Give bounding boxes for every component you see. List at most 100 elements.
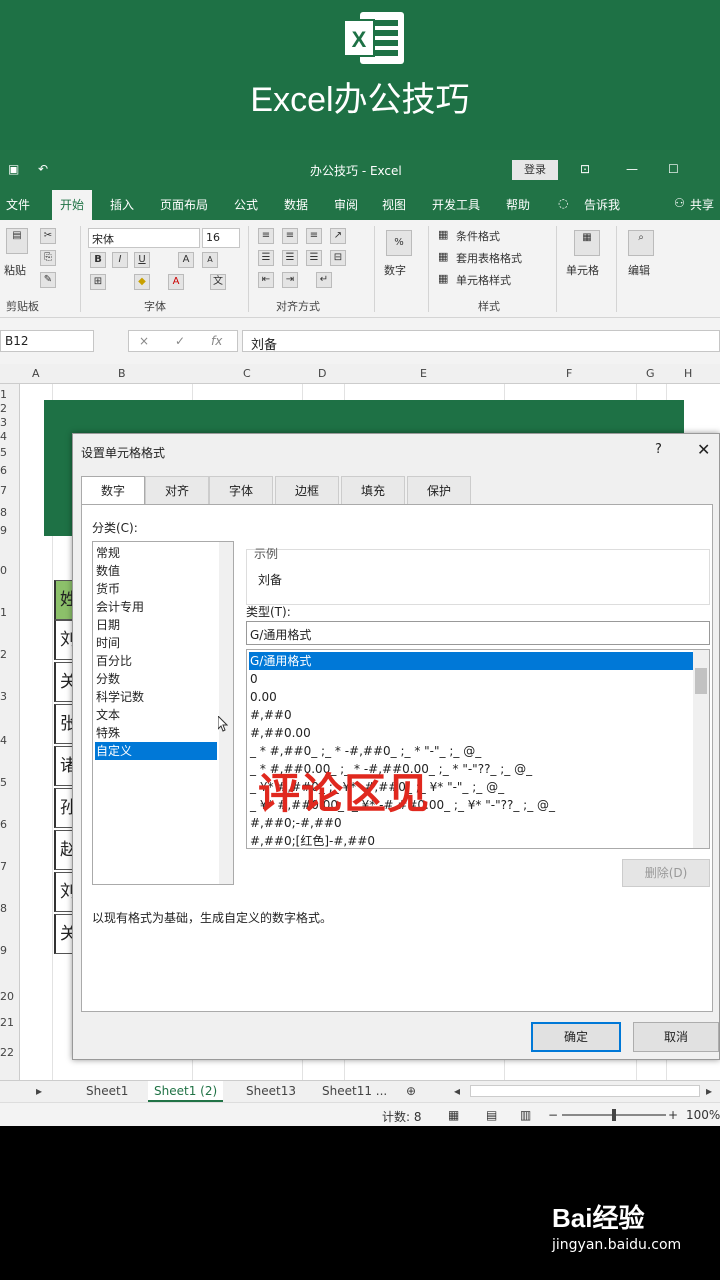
name-cell[interactable]: 张 [54,704,74,744]
row-number[interactable]: 21 [0,1016,18,1029]
tab-fill[interactable]: 填充 [341,476,405,504]
tab-formulas[interactable]: 公式 [234,196,258,213]
col-g[interactable]: G [646,367,655,380]
name-cell[interactable]: 关 [54,662,74,702]
sheet-tab[interactable]: Sheet1 [80,1081,134,1102]
row-number[interactable]: 9 [0,944,18,957]
cell-styles-button[interactable]: 单元格样式 [456,272,511,288]
name-cell[interactable]: 刘 [54,620,74,660]
format-painter-icon[interactable]: ✎ [40,272,56,288]
row-number[interactable]: 1 [0,606,18,619]
tab-protection[interactable]: 保护 [407,476,471,504]
name-cell[interactable]: 关 [54,914,74,954]
underline-button[interactable]: U [134,252,150,268]
undo-icon[interactable]: ↶ [38,162,48,176]
row-number[interactable]: 8 [0,506,18,519]
bold-button[interactable]: B [90,252,106,268]
name-header-cell[interactable]: 姓 [54,580,74,620]
share-button[interactable]: 共享 [690,196,714,213]
search-icon[interactable]: ⌕ [628,230,654,256]
name-cell[interactable]: 赵 [54,830,74,870]
tab-review[interactable]: 审阅 [334,196,358,213]
zoom-in-icon[interactable]: + [668,1108,678,1122]
format-item[interactable]: 0.00 [249,688,693,706]
category-item[interactable]: 数值 [95,562,217,580]
table-format-button[interactable]: 套用表格格式 [456,250,522,266]
name-cell[interactable]: 孙 [54,788,74,828]
sheet-tab-active[interactable]: Sheet1 (2) [148,1081,224,1102]
decrease-font-button[interactable]: A [202,252,218,268]
category-item[interactable]: 文本 [95,706,217,724]
font-size-select[interactable]: 16 [202,228,240,248]
formula-input[interactable]: 刘备 [242,330,720,353]
category-item-selected[interactable]: 自定义 [95,742,217,760]
paste-icon[interactable]: ▤ [6,228,28,254]
maximize-icon[interactable]: ☐ [668,162,679,176]
copy-icon[interactable]: ⎘ [40,250,56,266]
align-center-icon[interactable]: ☰ [282,250,298,266]
name-cell[interactable]: 诸 [54,746,74,786]
tab-data[interactable]: 数据 [284,196,308,213]
tab-developer[interactable]: 开发工具 [432,196,480,213]
category-item[interactable]: 百分比 [95,652,217,670]
minimize-icon[interactable]: — [626,162,638,176]
row-number[interactable]: 8 [0,902,18,915]
tab-number[interactable]: 数字 [81,476,145,506]
tab-tell-me[interactable]: 告诉我 [584,196,620,213]
tab-border[interactable]: 边框 [275,476,339,504]
format-item[interactable]: 0 [249,670,693,688]
col-f[interactable]: F [566,367,572,380]
sheet-nav-icon[interactable]: ▸ [30,1081,48,1102]
cut-icon[interactable]: ✂ [40,228,56,244]
delete-button[interactable]: 删除(D) [622,859,710,887]
cell-style-icon[interactable]: ▦ [438,272,448,285]
page-break-view-icon[interactable]: ▥ [520,1108,531,1122]
help-icon[interactable]: ? [655,442,662,457]
save-icon[interactable]: ▣ [8,162,19,176]
increase-font-button[interactable]: A [178,252,194,268]
tab-file[interactable]: 文件 [6,196,30,213]
zoom-level[interactable]: 100% [686,1108,720,1122]
col-d[interactable]: D [318,367,326,380]
tab-page-layout[interactable]: 页面布局 [160,196,208,213]
format-item[interactable]: #,##0.00 [249,724,693,742]
category-item[interactable]: 常规 [95,544,217,562]
editing-button[interactable]: 编辑 [628,262,650,278]
category-item[interactable]: 分数 [95,670,217,688]
col-c[interactable]: C [243,367,251,380]
col-h[interactable]: H [684,367,692,380]
indent-decrease-icon[interactable]: ⇤ [258,272,274,288]
tab-font[interactable]: 字体 [209,476,273,504]
col-b[interactable]: B [118,367,126,380]
align-right-icon[interactable]: ☰ [306,250,322,266]
type-input[interactable]: G/通用格式 [246,621,710,645]
zoom-slider-thumb[interactable] [612,1109,616,1121]
row-number[interactable]: 6 [0,464,18,477]
italic-button[interactable]: I [112,252,128,268]
number-format-button[interactable]: 数字 [384,262,406,278]
align-bottom-icon[interactable]: ≡ [306,228,322,244]
format-item-selected[interactable]: G/通用格式 [249,652,693,670]
cancel-icon[interactable]: × [139,334,149,348]
row-number[interactable]: 20 [0,990,18,1003]
tab-help[interactable]: 帮助 [506,196,530,213]
wrap-text-icon[interactable]: ↵ [316,272,332,288]
category-item[interactable]: 特殊 [95,724,217,742]
row-number[interactable]: 22 [0,1046,18,1059]
sheet-tab[interactable]: Sheet13 [240,1081,302,1102]
indent-increase-icon[interactable]: ⇥ [282,272,298,288]
name-cell[interactable]: 刘 [54,872,74,912]
row-number[interactable]: 6 [0,818,18,831]
row-number[interactable]: 4 [0,430,18,443]
category-scrollbar[interactable] [219,542,233,884]
normal-view-icon[interactable]: ▦ [448,1108,459,1122]
close-icon[interactable]: ✕ [697,440,710,459]
row-number[interactable]: 7 [0,860,18,873]
add-sheet-icon[interactable]: ⊕ [400,1081,422,1102]
category-item[interactable]: 日期 [95,616,217,634]
row-number[interactable]: 5 [0,776,18,789]
cells-icon[interactable]: ▦ [574,230,600,256]
font-name-select[interactable]: 宋体 [88,228,200,248]
paste-button[interactable]: 粘贴 [4,262,26,278]
category-list[interactable]: 常规 数值 货币 会计专用 日期 时间 百分比 分数 科学记数 文本 特殊 自定… [92,541,234,885]
